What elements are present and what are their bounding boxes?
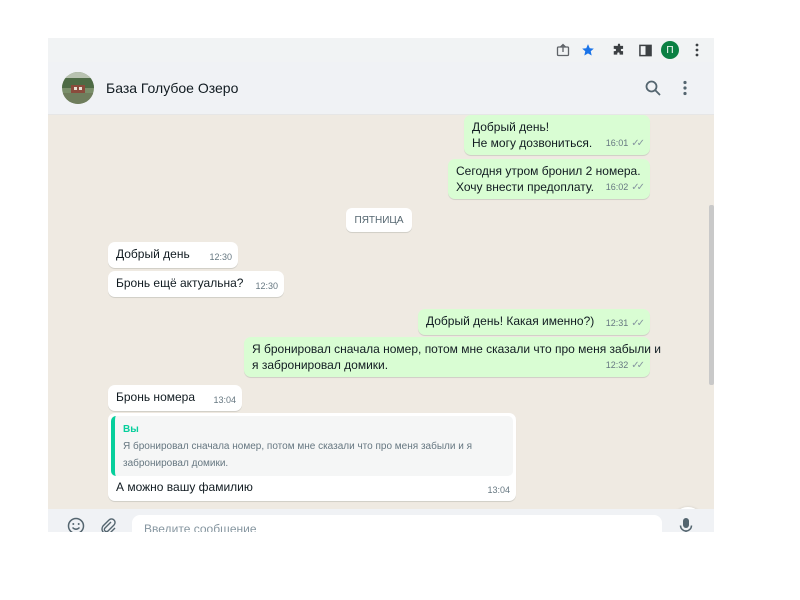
message-time: 12:32 <box>605 360 629 370</box>
message-outgoing[interactable]: Я бронировал сначала номер, потом мне ск… <box>244 337 661 377</box>
search-icon[interactable] <box>643 78 663 98</box>
contact-name[interactable]: База Голубое Озеро <box>106 80 238 96</box>
whatsapp-app: База Голубое Озеро Добрый день! Не могу … <box>48 62 714 532</box>
message-incoming[interactable]: Добрый день 12:30 <box>108 242 238 268</box>
read-ticks-icon: ✓✓ <box>631 182 645 193</box>
emoji-icon[interactable] <box>66 516 86 532</box>
quoted-message[interactable]: Вы Я бронировал сначала номер, потом мне… <box>111 416 513 476</box>
read-ticks-icon: ✓✓ <box>631 318 645 329</box>
day-divider: ПЯТНИЦА <box>346 208 412 232</box>
message-incoming-reply[interactable]: Вы Я бронировал сначала номер, потом мне… <box>108 413 516 501</box>
message-time: 12:30 <box>209 252 232 262</box>
message-text: А можно вашу фамилию <box>116 480 253 494</box>
read-ticks-icon: ✓✓ <box>631 360 645 371</box>
message-meta: 16:02 ✓✓ <box>605 179 645 196</box>
message-time: 13:04 <box>213 395 236 405</box>
message-outgoing[interactable]: Добрый день! Не могу дозвониться. 16:01 ✓… <box>464 115 650 155</box>
contact-avatar[interactable] <box>62 72 94 104</box>
message-list: Добрый день! Не могу дозвониться. 16:01 ✓… <box>48 115 714 532</box>
star-icon[interactable] <box>579 41 597 59</box>
profile-initial: П <box>661 41 679 59</box>
message-time: 13:04 <box>487 485 510 495</box>
message-meta: 16:01 ✓✓ <box>605 135 645 152</box>
sidepanel-icon[interactable] <box>636 41 654 59</box>
message-input-wrapper[interactable] <box>132 515 662 532</box>
share-icon[interactable] <box>554 41 572 59</box>
message-time: 16:02 <box>605 182 629 192</box>
more-vert-icon[interactable] <box>688 41 706 59</box>
message-text: Я бронировал сначала номер, потом мне ск… <box>252 342 661 372</box>
read-ticks-icon: ✓✓ <box>631 138 645 149</box>
message-outgoing[interactable]: Добрый день! Какая именно?) 12:31 ✓✓ <box>418 309 650 335</box>
message-meta: 12:31 ✓✓ <box>605 315 645 332</box>
chat-scrollbar[interactable] <box>709 205 714 385</box>
conversation-header[interactable]: База Голубое Озеро <box>48 62 714 115</box>
composer <box>48 509 714 532</box>
message-text: Бронь ещё актуальна? <box>116 276 244 290</box>
extensions-icon[interactable] <box>610 41 628 59</box>
message-meta: 12:32 ✓✓ <box>605 357 645 374</box>
quote-author: Вы <box>123 424 139 435</box>
mic-icon[interactable] <box>676 516 696 532</box>
message-text: Добрый день! Какая именно?) <box>426 314 595 328</box>
message-text: Добрый день <box>116 247 190 261</box>
quote-text: Я бронировал сначала номер, потом мне ск… <box>123 441 472 469</box>
menu-icon[interactable] <box>675 78 695 98</box>
message-text: Добрый день! Не могу дозвониться. <box>472 120 593 150</box>
message-input[interactable] <box>132 515 656 532</box>
message-time: 12:30 <box>255 281 278 291</box>
message-time: 16:01 <box>605 138 629 148</box>
message-outgoing[interactable]: Сегодня утром бронил 2 номера. Хочу внес… <box>448 159 650 199</box>
message-time: 12:31 <box>605 318 629 328</box>
message-incoming[interactable]: Бронь ещё актуальна? 12:30 <box>108 271 284 297</box>
profile-avatar[interactable]: П <box>661 41 679 59</box>
message-text: Бронь номера <box>116 390 196 404</box>
browser-toolbar: П <box>48 38 714 62</box>
message-incoming[interactable]: Бронь номера 13:04 <box>108 385 242 411</box>
attach-icon[interactable] <box>98 516 118 532</box>
